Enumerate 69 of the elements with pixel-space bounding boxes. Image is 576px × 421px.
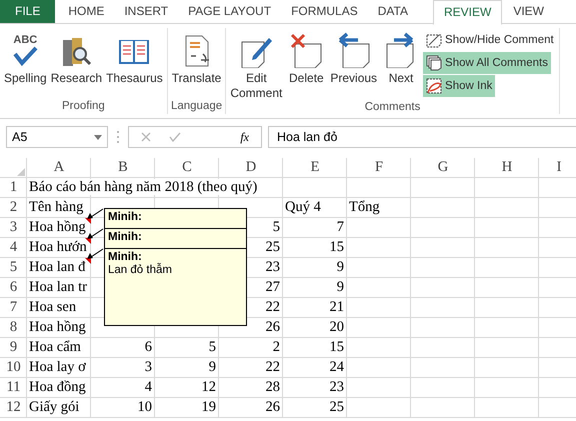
comment-author: Minih: [108, 251, 143, 263]
row-header[interactable]: 8 [10, 319, 18, 335]
row-header[interactable]: 4 [10, 239, 18, 255]
ribbon-button[interactable]: Delete [284, 28, 328, 101]
row-header[interactable]: 1 [10, 179, 18, 195]
note-x-icon [289, 32, 324, 68]
ribbon-toggle[interactable]: Show All Comments [423, 52, 551, 74]
column-header[interactable]: E [310, 159, 320, 175]
function-button[interactable]: fx [240, 130, 249, 144]
table-cell: Hoa lay ơ [29, 359, 86, 375]
table-cell: Hoa hồng [29, 319, 86, 335]
comment-text: Lan đỏ thẫm [108, 264, 173, 276]
row-header[interactable]: 12 [6, 399, 21, 415]
table-cell: Giấy gói [29, 399, 80, 415]
ribbon-toggle[interactable]: Show Ink [423, 75, 496, 97]
group-label: Comments [364, 101, 420, 115]
row-header[interactable]: 10 [6, 359, 21, 375]
table-cell: Báo cáo bán hàng năm 2018 (theo quý) [29, 179, 258, 195]
group-label: Language [170, 100, 222, 114]
row-header[interactable]: 9 [10, 339, 18, 355]
column-header[interactable]: F [374, 159, 384, 175]
cancel-icon [141, 132, 151, 142]
ribbon-button[interactable]: Next [379, 28, 424, 101]
group-label: Proofing [62, 100, 105, 114]
column-header[interactable]: B [118, 159, 128, 175]
ribbon-tab[interactable]: PAGE LAYOUT [179, 0, 280, 23]
comment-author: Minih: [108, 211, 143, 223]
ribbon-button[interactable]: Translate [170, 28, 224, 100]
grip-icon [116, 130, 120, 144]
table-cell: Quý 4 [285, 199, 321, 215]
ribbon-tab[interactable]: VIEW [504, 0, 553, 23]
column-header[interactable]: A [54, 159, 64, 175]
comment-author: Minih: [108, 231, 143, 243]
row-header[interactable]: 5 [10, 259, 18, 275]
column-header[interactable]: D [246, 159, 256, 175]
ribbon-toggle[interactable]: Show/Hide Comment [423, 29, 557, 51]
formula-field[interactable]: Hoa lan đỏ [268, 126, 576, 148]
select-all-icon [17, 168, 25, 176]
file-tab[interactable]: FILE [0, 0, 56, 23]
name-box[interactable]: A5 [6, 126, 108, 148]
ribbon-button[interactable]: ABC Spelling [2, 28, 49, 100]
table-cell: Hoa đồng [29, 379, 86, 395]
ribbon-tab[interactable]: FORMULAS [282, 0, 367, 23]
ribbon-button[interactable]: Edit Comment [228, 28, 284, 101]
table-cell: Tổng [349, 199, 380, 215]
ribbon-tab[interactable]: INSERT [115, 0, 178, 23]
dropdown-caret-icon [94, 134, 102, 140]
ribbon-button[interactable]: Thesaurus [104, 28, 165, 100]
column-header[interactable]: C [182, 159, 192, 175]
ink-note-icon [426, 78, 442, 94]
table-cell: Hoa hồng [29, 219, 86, 235]
note-dashed-icon [426, 32, 442, 48]
ribbon-tab[interactable]: DATA [368, 0, 417, 23]
ribbon-tab[interactable]: REVIEW [432, 0, 502, 25]
column-header[interactable]: I [556, 159, 562, 175]
check-icon [169, 132, 181, 142]
ribbon-button[interactable]: Research [48, 28, 104, 100]
stacked-notes-icon [426, 55, 442, 71]
row-header[interactable]: 3 [10, 219, 18, 235]
row-header[interactable]: 11 [6, 379, 20, 395]
row-header[interactable]: 2 [10, 199, 18, 215]
ribbon-tab[interactable]: HOME [59, 0, 114, 23]
row-header[interactable]: 6 [10, 279, 18, 295]
column-header[interactable]: H [502, 159, 512, 175]
column-header[interactable]: G [438, 159, 448, 175]
row-header[interactable]: 7 [10, 299, 18, 315]
table-cell: Tên hàng [29, 199, 84, 215]
ribbon-button[interactable]: Previous [328, 28, 380, 101]
note-left-arrow-icon [336, 32, 371, 68]
